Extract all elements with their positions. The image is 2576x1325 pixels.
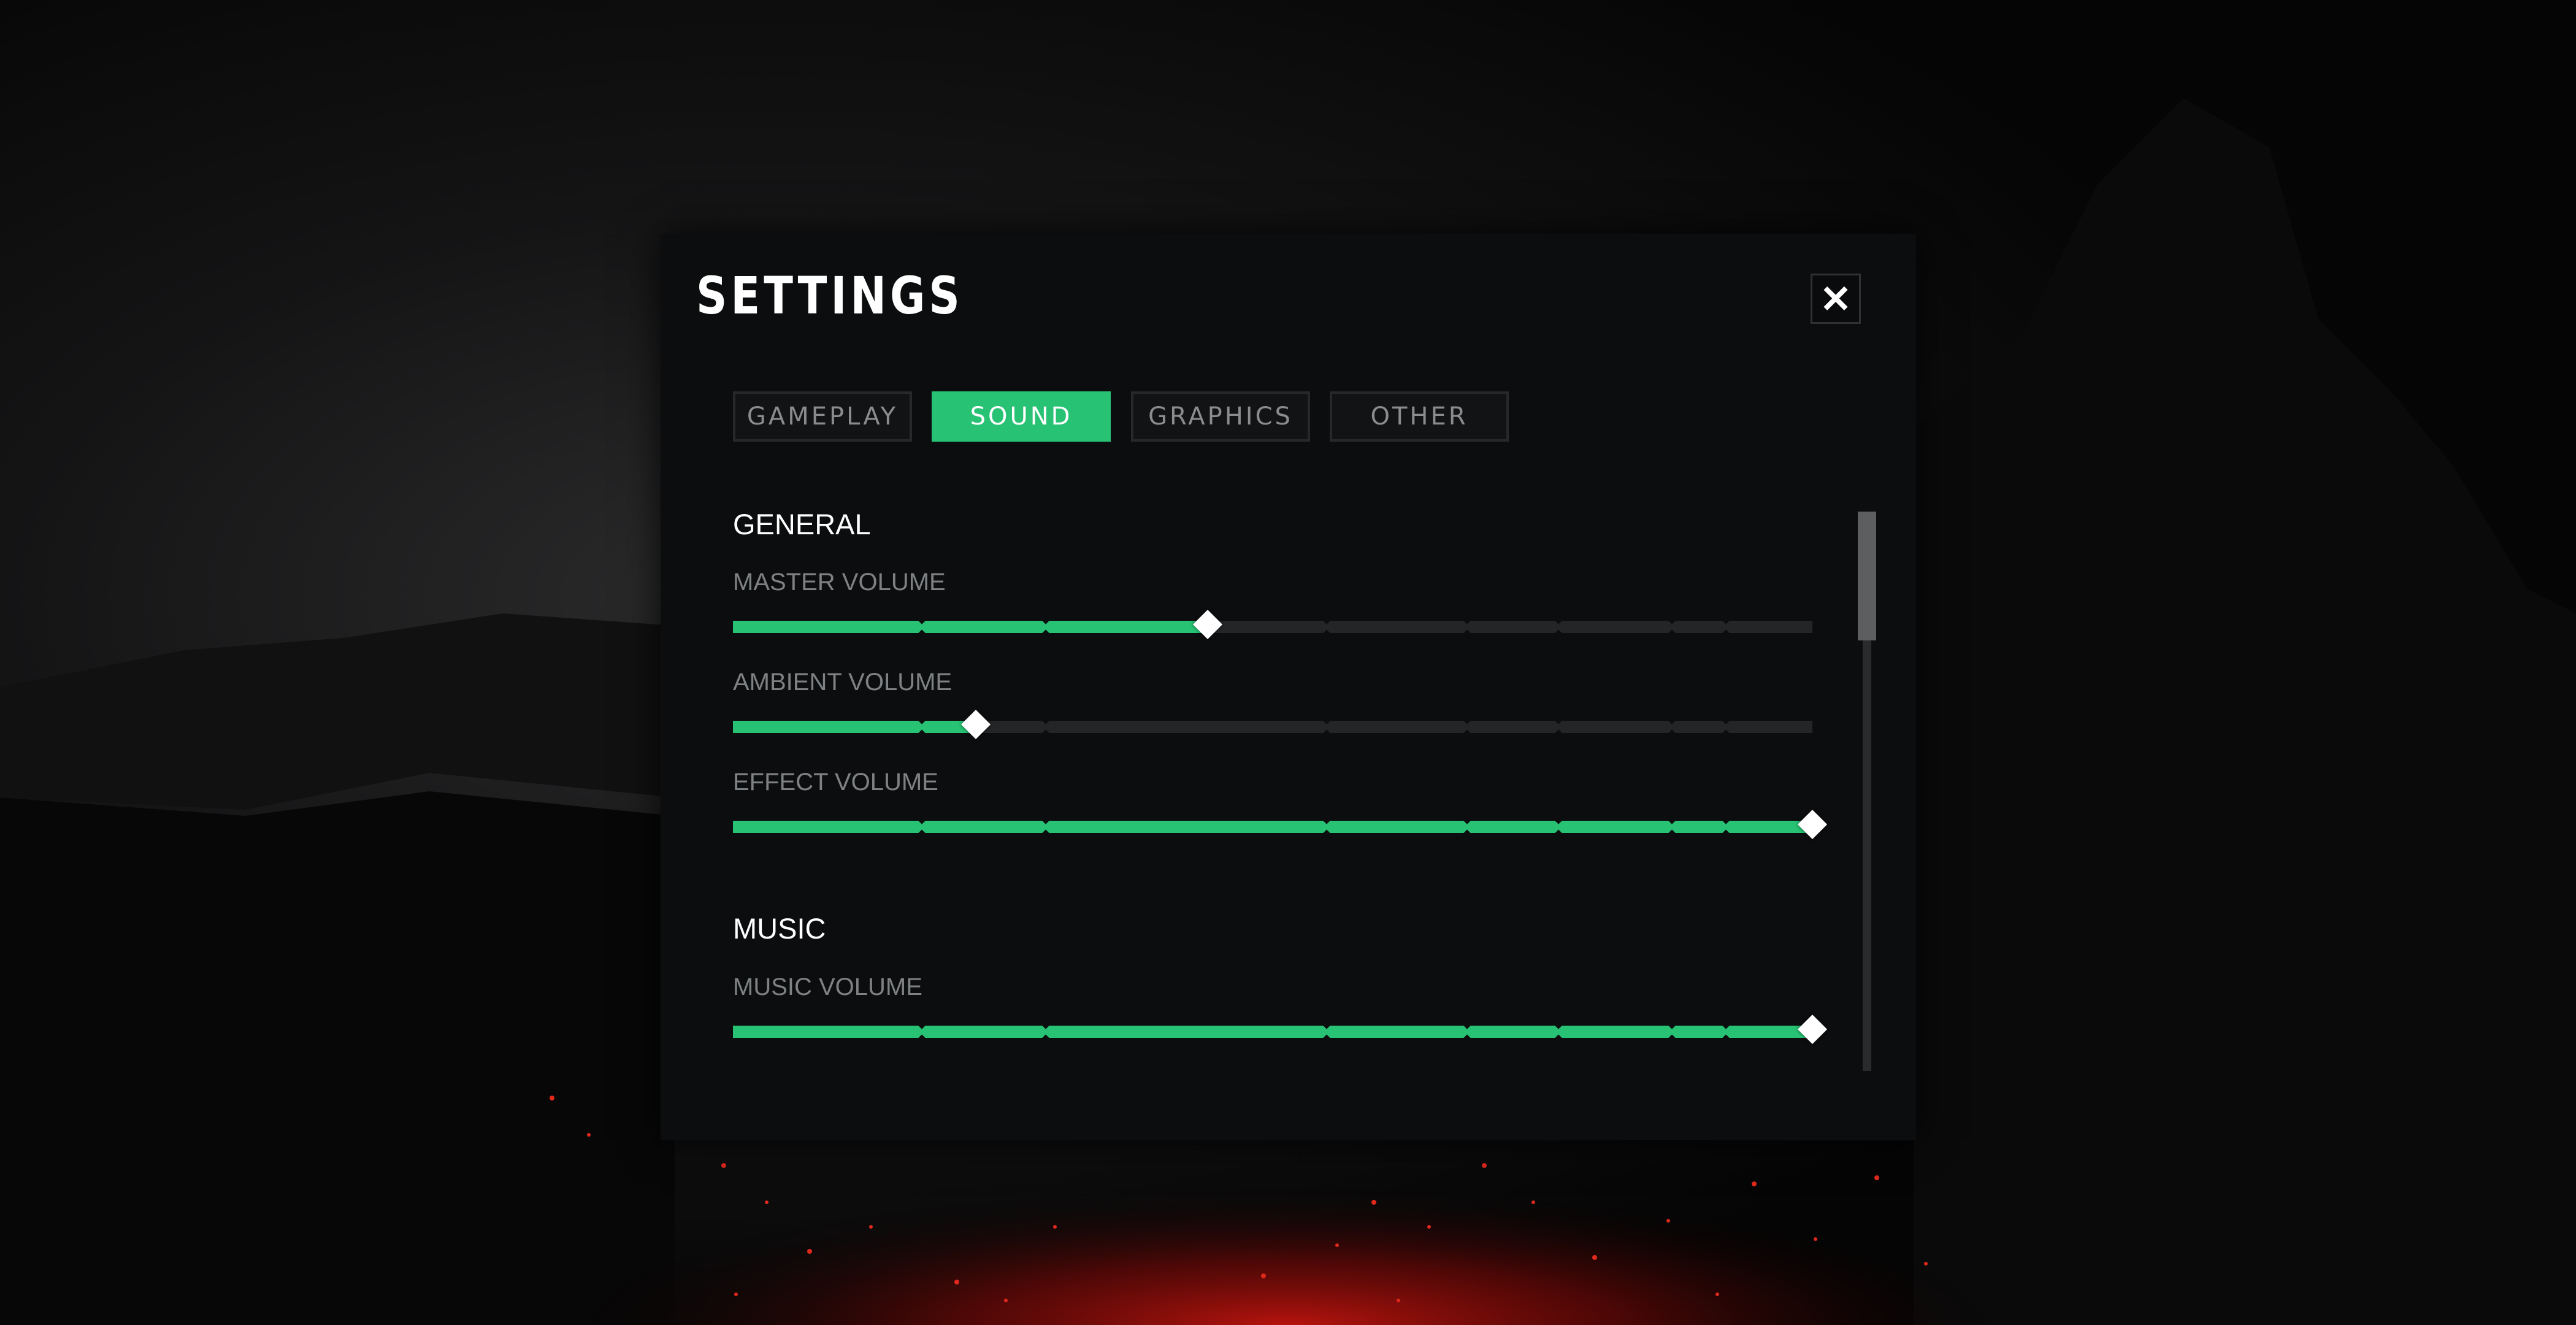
master-volume-slider[interactable] [733,607,1812,643]
slider-track [733,721,1812,733]
tab-other[interactable]: OTHER [1330,391,1509,442]
effect-volume-label: EFFECT VOLUME [733,769,938,796]
slider-notch [1041,618,1050,636]
tab-gameplay[interactable]: GAMEPLAY [733,391,912,442]
slider-fill [733,721,976,733]
slider-fill [733,821,1812,833]
slider-notch [1668,818,1676,835]
section-title-general: GENERAL [733,508,871,540]
section-title-music: MUSIC [733,912,826,945]
effect-volume-slider[interactable] [733,807,1828,843]
slider-notch [1322,818,1331,835]
slider-notch [1722,718,1730,735]
slider-notch [1041,1023,1050,1040]
slider-thumb[interactable] [1797,809,1828,840]
slider-notch [1554,618,1563,636]
slider-notch [1668,718,1676,735]
slider-notch [1041,718,1050,735]
slider-notch [1463,818,1471,835]
tab-sound[interactable]: SOUND [932,391,1111,442]
slider-notch [1722,1023,1730,1040]
settings-dialog: SETTINGS ✕ GAMEPLAY SOUND GRAPHICS OTHER… [661,234,1916,1140]
slider-track [733,821,1812,833]
slider-notch [918,618,926,636]
slider-notch [1322,618,1331,636]
slider-notch [1322,1023,1331,1040]
slider-notch [918,718,926,735]
slider-notch [1322,718,1331,735]
slider-notch [1722,818,1730,835]
slider-notch [1463,618,1471,636]
slider-thumb[interactable] [960,709,991,740]
dialog-title: SETTINGS [696,266,964,326]
slider-notch [1463,718,1471,735]
slider-thumb[interactable] [1797,1014,1828,1045]
slider-notch [918,1023,926,1040]
slider-notch [1668,1023,1676,1040]
slider-notch [1041,818,1050,835]
tab-graphics[interactable]: GRAPHICS [1131,391,1310,442]
slider-fill [733,621,1208,633]
slider-track [733,621,1812,633]
slider-notch [1463,1023,1471,1040]
slider-notch [1668,618,1676,636]
master-volume-label: MASTER VOLUME [733,569,946,596]
scrollbar-thumb[interactable] [1858,512,1876,640]
close-icon: ✕ [1820,278,1852,321]
ambient-volume-label: AMBIENT VOLUME [733,669,953,696]
slider-fill [733,1026,1812,1038]
slider-notch [1722,618,1730,636]
slider-notch [1554,1023,1563,1040]
slider-notch [1554,818,1563,835]
slider-track [733,1026,1812,1038]
slider-notch [918,818,926,835]
ambient-volume-slider[interactable] [733,707,1812,743]
music-volume-slider[interactable] [733,1012,1828,1048]
slider-thumb[interactable] [1193,609,1223,640]
slider-notch [1554,718,1563,735]
scrollbar[interactable] [1858,512,1876,1071]
close-button[interactable]: ✕ [1811,274,1861,324]
music-volume-label: MUSIC VOLUME [733,974,922,1000]
